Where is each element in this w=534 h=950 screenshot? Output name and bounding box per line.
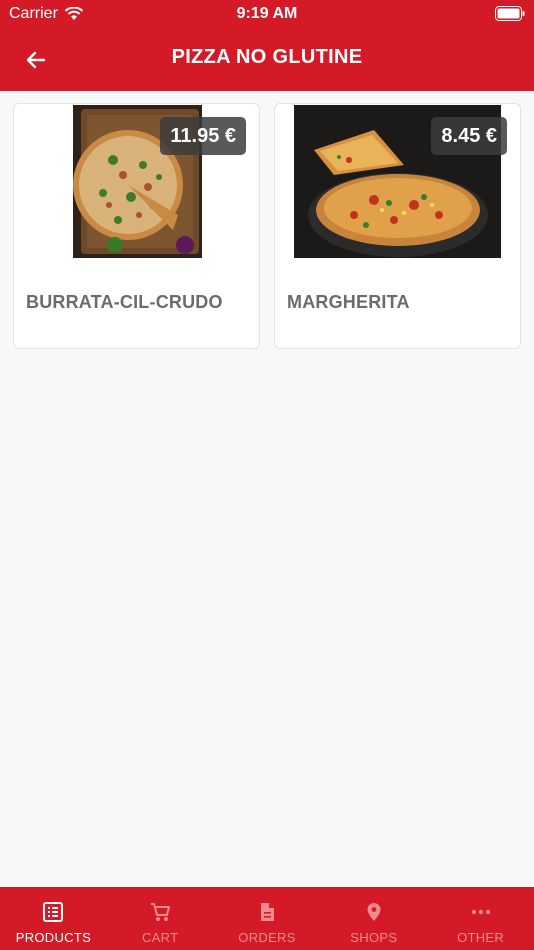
tab-label: SHOPS bbox=[350, 930, 398, 945]
product-name: MARGHERITA bbox=[287, 292, 410, 312]
tab-label: PRODUCTS bbox=[15, 930, 92, 945]
cart-icon bbox=[151, 903, 171, 921]
product-card[interactable]: 8.45 € MARGHERITA bbox=[274, 103, 521, 349]
tab-bar: PRODUCTS CART ORDERS SHOPS OTHER bbox=[0, 887, 534, 950]
list-icon bbox=[43, 902, 64, 922]
product-name: BURRATA-CIL-CRUDO bbox=[26, 292, 223, 312]
tab-label: OTHER bbox=[457, 930, 505, 945]
app-header: Carrier 9:19 AM PIZZA NO GLUTINE bbox=[0, 0, 534, 91]
tab-label: ORDERS bbox=[238, 930, 296, 945]
battery-icon bbox=[495, 6, 525, 21]
page-title: PIZZA NO GLUTINE bbox=[171, 46, 363, 68]
tab-label: CART bbox=[142, 930, 179, 945]
product-card[interactable]: 11.95 € BURRATA-CIL-CRUDO bbox=[13, 103, 260, 349]
price-badge: 11.95 € bbox=[160, 117, 246, 155]
tab-shops[interactable]: SHOPS bbox=[320, 887, 427, 950]
price-badge: 8.45 € bbox=[431, 117, 507, 155]
nav-bar: PIZZA NO GLUTINE bbox=[0, 28, 534, 91]
more-dots-icon bbox=[471, 909, 490, 915]
tab-other[interactable]: OTHER bbox=[427, 887, 534, 950]
tab-cart[interactable]: CART bbox=[107, 887, 214, 950]
tab-orders[interactable]: ORDERS bbox=[214, 887, 321, 950]
product-grid: 11.95 € BURRATA-CIL-CRUDO 8.45 € MARGHER… bbox=[13, 103, 521, 349]
status-time: 9:19 AM bbox=[236, 5, 298, 22]
tab-products[interactable]: PRODUCTS bbox=[0, 887, 107, 950]
document-icon bbox=[260, 903, 274, 921]
location-pin-icon bbox=[367, 903, 381, 921]
status-bar: Carrier 9:19 AM bbox=[0, 0, 534, 28]
